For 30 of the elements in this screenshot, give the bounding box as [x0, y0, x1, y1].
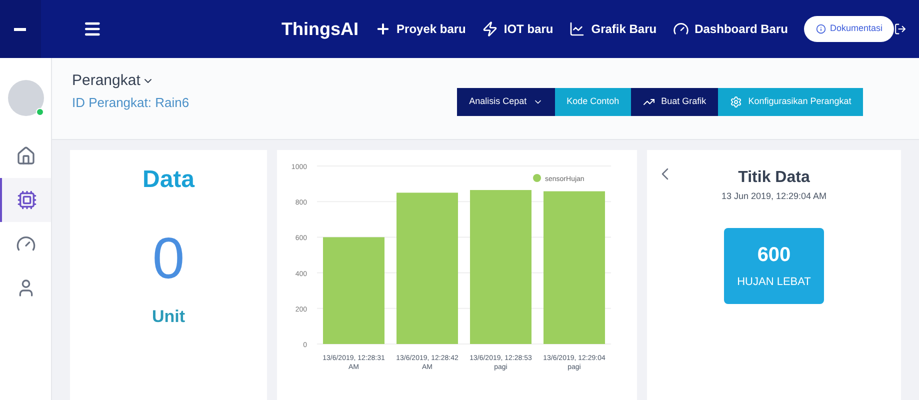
chip-icon	[16, 190, 36, 210]
line-chart-icon	[569, 21, 586, 37]
nav-link[interactable]: Proyek baru	[374, 20, 466, 38]
sidebar-item[interactable]	[0, 178, 51, 222]
logout-icon[interactable]	[894, 21, 908, 37]
nav-link[interactable]: Grafik Baru	[569, 20, 657, 38]
gear-icon	[730, 96, 742, 108]
legend-dot	[533, 174, 541, 182]
brand-name[interactable]: ThingsAI	[282, 15, 359, 43]
page-title: Perangkat	[72, 70, 190, 92]
info-icon	[816, 24, 826, 34]
nav-link[interactable]: IOT baru	[482, 20, 554, 38]
gauge-icon	[672, 21, 689, 37]
action-button[interactable]: Buat Grafik	[631, 88, 718, 116]
action-button[interactable]: Analisis Cepat	[457, 88, 555, 116]
home-icon	[16, 146, 36, 166]
plus-icon	[374, 21, 391, 37]
docs-button[interactable]: Dokumentasi	[804, 16, 894, 42]
bolt-icon	[482, 21, 498, 37]
card-title: Data	[142, 165, 195, 195]
minimize-icon[interactable]	[14, 28, 26, 30]
timestamp: 13 Jun 2019, 12:29:04 AM	[721, 190, 827, 203]
unit-label: Unit	[152, 306, 186, 328]
tile-status: HUJAN LEBAT	[737, 275, 811, 290]
device-id: ID Perangkat: Rain6	[72, 94, 190, 112]
data-value: 0	[152, 230, 185, 288]
trend-icon	[643, 96, 656, 108]
nav-link[interactable]: Dashboard Baru	[672, 20, 788, 38]
tile-value: 600	[757, 243, 791, 268]
card-title: Titik Data	[738, 168, 810, 188]
